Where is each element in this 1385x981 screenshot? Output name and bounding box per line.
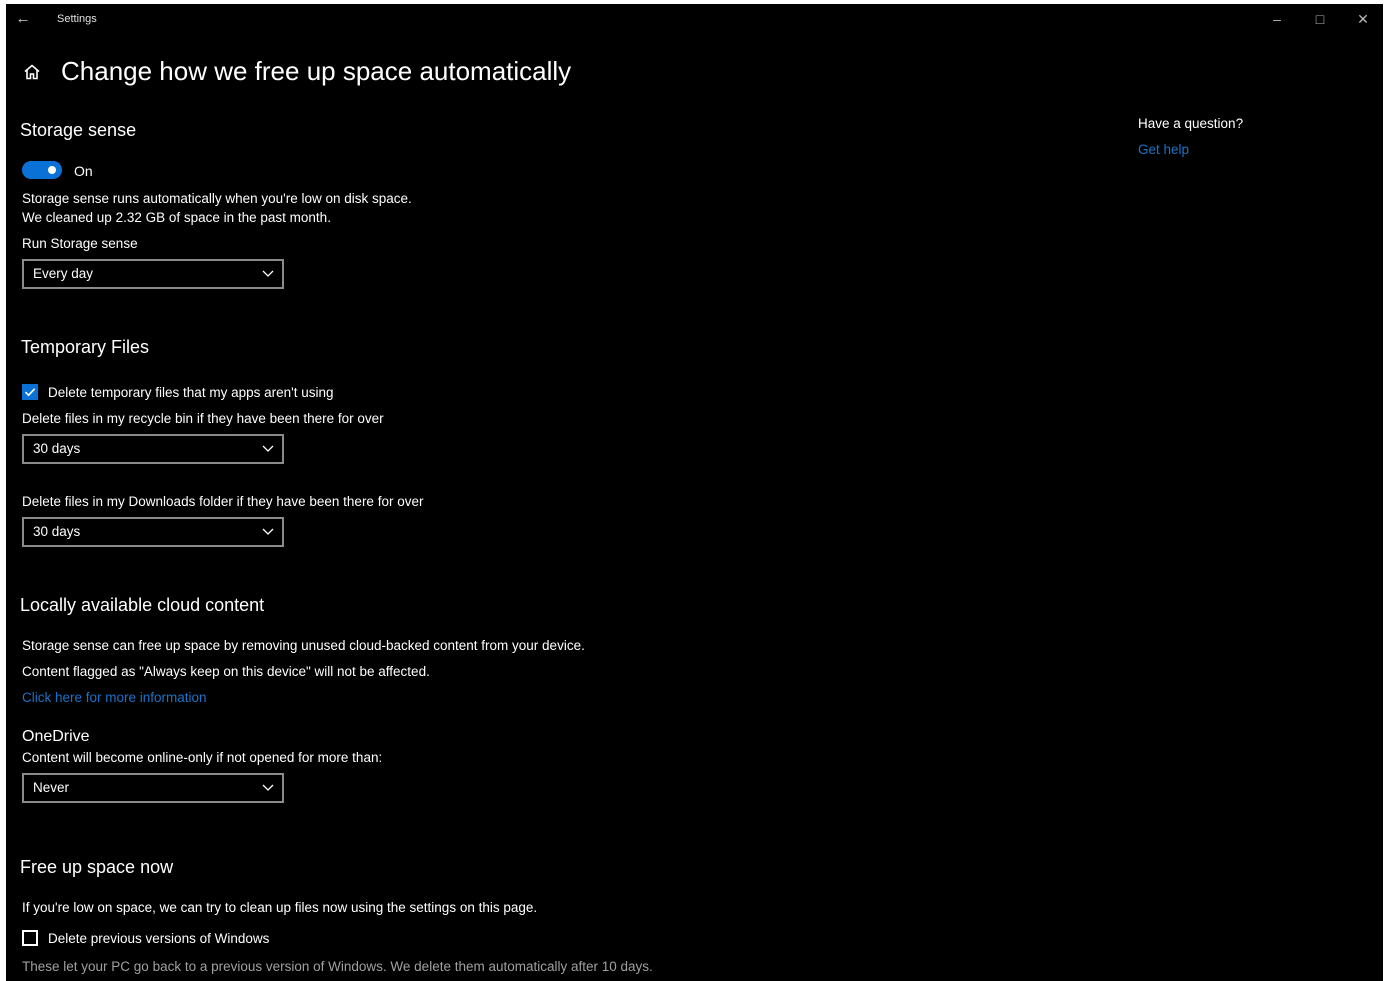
cloud-content-description: Storage sense can free up space by remov…	[22, 638, 585, 653]
onedrive-dropdown[interactable]: Never	[22, 773, 284, 803]
cloud-content-heading: Locally available cloud content	[20, 595, 265, 615]
chevron-down-icon	[262, 270, 274, 277]
home-icon[interactable]	[22, 62, 42, 82]
back-arrow-icon[interactable]: ←	[14, 10, 32, 28]
dropdown-value: Every day	[33, 266, 94, 281]
storage-sense-heading: Storage sense	[20, 120, 137, 140]
minimize-icon[interactable]: –	[1262, 8, 1292, 30]
cloud-content-note: Content flagged as "Always keep on this …	[22, 664, 430, 679]
delete-previous-windows-label: Delete previous versions of Windows	[48, 931, 270, 946]
storage-sense-toggle[interactable]	[22, 161, 62, 179]
chevron-down-icon	[262, 528, 274, 535]
settings-window: ← Settings – □ ✕ Change how we free up s…	[6, 4, 1383, 981]
storage-sense-description: Storage sense runs automatically when yo…	[22, 191, 412, 206]
page-title: Change how we free up space automaticall…	[61, 56, 572, 86]
recycle-bin-dropdown[interactable]: 30 days	[22, 434, 284, 464]
window-title: Settings	[57, 13, 97, 25]
previous-windows-note: These let your PC go back to a previous …	[22, 959, 653, 974]
dropdown-value: 30 days	[33, 441, 81, 456]
downloads-folder-label: Delete files in my Downloads folder if t…	[22, 494, 424, 509]
dropdown-value: 30 days	[33, 524, 81, 539]
chevron-down-icon	[262, 445, 274, 452]
delete-previous-windows-checkbox[interactable]	[22, 930, 38, 946]
delete-temp-files-label: Delete temporary files that my apps aren…	[48, 385, 334, 400]
delete-temp-files-checkbox[interactable]	[22, 384, 38, 400]
chevron-down-icon	[262, 784, 274, 791]
get-help-link[interactable]: Get help	[1138, 142, 1189, 157]
toggle-state-label: On	[74, 163, 93, 179]
run-storage-sense-label: Run Storage sense	[22, 236, 138, 251]
toggle-knob	[48, 166, 56, 174]
onedrive-heading: OneDrive	[22, 728, 90, 745]
help-question: Have a question?	[1138, 116, 1244, 131]
free-up-space-heading: Free up space now	[20, 857, 174, 877]
title-bar: ← Settings – □ ✕	[6, 4, 1383, 36]
storage-sense-cleaned-info: We cleaned up 2.32 GB of space in the pa…	[22, 210, 331, 225]
checkmark-icon	[24, 388, 36, 397]
temporary-files-heading: Temporary Files	[21, 337, 150, 357]
downloads-folder-dropdown[interactable]: 30 days	[22, 517, 284, 547]
dropdown-value: Never	[33, 780, 70, 795]
run-storage-sense-dropdown[interactable]: Every day	[22, 259, 284, 289]
onedrive-label: Content will become online-only if not o…	[22, 750, 383, 765]
free-up-space-description: If you're low on space, we can try to cl…	[22, 900, 538, 915]
maximize-icon[interactable]: □	[1305, 8, 1335, 30]
close-icon[interactable]: ✕	[1348, 8, 1378, 30]
more-information-link[interactable]: Click here for more information	[22, 690, 207, 705]
recycle-bin-label: Delete files in my recycle bin if they h…	[22, 411, 384, 426]
